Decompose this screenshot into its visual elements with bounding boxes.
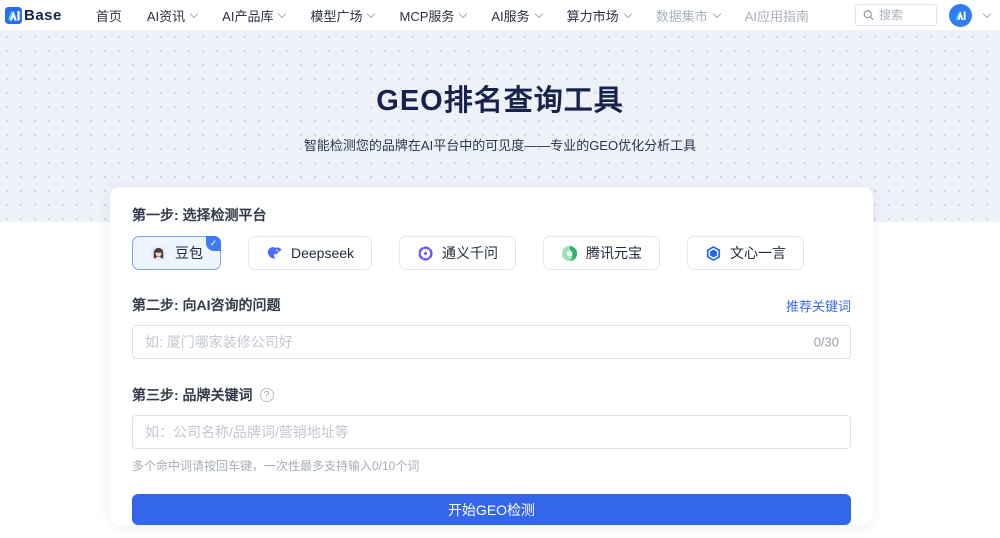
nav-item-ai-services[interactable]: AI服务 xyxy=(491,6,541,25)
step1-label: 第一步: 选择检测平台 xyxy=(132,205,851,225)
platform-option-tencent-yuanbao[interactable]: 腾讯元宝 xyxy=(543,236,660,270)
nav-item-data-market[interactable]: 数据集市 xyxy=(656,6,720,25)
page-subtitle: 智能检测您的品牌在AI平台中的可见度——专业的GEO优化分析工具 xyxy=(0,135,1000,154)
start-geo-check-button[interactable]: 开始GEO检测 xyxy=(132,494,851,525)
chevron-down-icon xyxy=(623,9,631,17)
avatar-logo-icon xyxy=(954,9,967,22)
platform-label: 文心一言 xyxy=(730,243,786,263)
user-avatar[interactable] xyxy=(949,4,972,27)
nav-item-mcp-services[interactable]: MCP服务 xyxy=(399,6,466,25)
platform-option-doubao[interactable]: 豆包 xyxy=(132,236,221,270)
nav-item-model-plaza[interactable]: 模型广场 xyxy=(310,6,374,25)
nav-item-ai-products[interactable]: AI产品库 xyxy=(222,6,285,25)
chevron-down-icon[interactable] xyxy=(983,9,991,17)
recommend-keywords-link[interactable]: 推荐关键词 xyxy=(786,296,851,315)
platform-label: Deepseek xyxy=(291,245,354,261)
platform-selector: 豆包 Deepseek 通义千问 腾讯元宝 xyxy=(132,236,851,270)
platform-option-wenxin-yiyan[interactable]: 文心一言 xyxy=(687,236,804,270)
platform-label: 腾讯元宝 xyxy=(586,243,642,263)
step3-label: 第三步: 品牌关键词 xyxy=(132,385,253,405)
tencent-yuanbao-icon xyxy=(561,245,578,262)
geo-check-form-card: 第一步: 选择检测平台 豆包 Deepseek xyxy=(110,187,873,525)
platform-option-deepseek[interactable]: Deepseek xyxy=(248,236,372,270)
question-input[interactable] xyxy=(132,325,851,359)
deepseek-icon xyxy=(266,245,283,262)
platform-label: 豆包 xyxy=(175,243,203,263)
logo-label: Base xyxy=(24,7,62,24)
wenxin-yiyan-icon xyxy=(705,245,722,262)
chevron-down-icon xyxy=(190,9,198,17)
nav-menu: 首页 AI资讯 AI产品库 模型广场 MCP服务 AI服务 算力市场 数据集市 … xyxy=(96,6,809,25)
page-title: GEO排名查询工具 xyxy=(0,77,1000,119)
nav-item-ai-news[interactable]: AI资讯 xyxy=(147,6,197,25)
question-char-counter: 0/30 xyxy=(814,335,839,350)
check-icon xyxy=(206,236,221,251)
doubao-icon xyxy=(150,245,167,262)
step2-label: 第二步: 向AI咨询的问题 xyxy=(132,295,281,315)
nav-item-home[interactable]: 首页 xyxy=(96,6,122,25)
chevron-down-icon xyxy=(367,9,375,17)
aibase-logo-icon xyxy=(5,7,22,24)
nav-right xyxy=(855,4,990,27)
nav-item-compute-market[interactable]: 算力市场 xyxy=(567,6,631,25)
nav-item-ai-app-guide[interactable]: AI应用指南 xyxy=(745,6,809,25)
brand-keywords-input[interactable] xyxy=(132,415,851,449)
help-icon[interactable]: ? xyxy=(260,388,274,402)
chevron-down-icon xyxy=(712,9,720,17)
aibase-logo[interactable]: Base xyxy=(5,7,62,24)
question-input-wrap: 0/30 xyxy=(132,325,851,359)
platform-option-tongyi-qianwen[interactable]: 通义千问 xyxy=(399,236,516,270)
chevron-down-icon xyxy=(534,9,542,17)
search-input[interactable] xyxy=(879,8,929,22)
chevron-down-icon xyxy=(278,9,286,17)
top-navbar: Base 首页 AI资讯 AI产品库 模型广场 MCP服务 AI服务 算力市场 … xyxy=(0,0,1000,30)
search-icon xyxy=(863,9,874,21)
search-box[interactable] xyxy=(855,4,937,26)
tongyi-qianwen-icon xyxy=(417,245,434,262)
keywords-hint: 多个命中词请按回车键，一次性最多支持输入0/10个词 xyxy=(132,457,851,474)
platform-label: 通义千问 xyxy=(442,243,498,263)
keywords-input-wrap xyxy=(132,415,851,449)
chevron-down-icon xyxy=(459,9,467,17)
